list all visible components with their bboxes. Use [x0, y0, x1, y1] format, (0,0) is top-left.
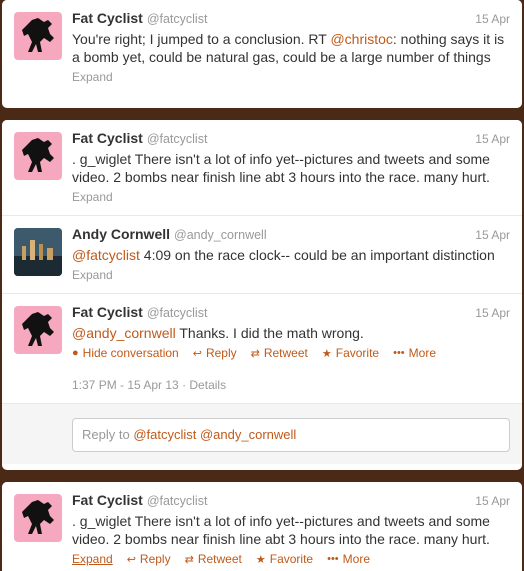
tweet[interactable]: Fat Cyclist @fatcyclist 15 Apr . g_wigle…	[2, 120, 522, 216]
tweet[interactable]: Fat Cyclist @fatcyclist 15 Apr . g_wigle…	[2, 482, 522, 571]
action-label: More	[408, 346, 437, 360]
expand-link[interactable]: Expand	[72, 190, 113, 204]
action-label: Favorite	[269, 552, 314, 566]
author-handle[interactable]: @fatcyclist	[147, 306, 208, 320]
favorite-button[interactable]: ★ Favorite	[256, 552, 313, 566]
text-part: 4:09 on the race clock-- could be an imp…	[139, 247, 495, 263]
tweet-date[interactable]: 15 Apr	[475, 132, 510, 146]
reply-mention: @fatcyclist	[133, 427, 197, 442]
retweet-button[interactable]: ⇄ Retweet	[251, 346, 308, 360]
more-dots-icon: •••	[327, 553, 339, 565]
author-name[interactable]: Fat Cyclist	[72, 304, 143, 320]
more-dots-icon: •••	[393, 347, 405, 359]
star-icon: ★	[321, 347, 332, 360]
favorite-button[interactable]: ★ Favorite	[322, 346, 379, 360]
author-name[interactable]: Fat Cyclist	[72, 10, 143, 26]
action-label: Hide conversation	[82, 346, 179, 360]
author-handle[interactable]: @fatcyclist	[147, 494, 208, 508]
speech-bubble-icon: ●	[72, 347, 79, 359]
avatar[interactable]	[14, 228, 62, 276]
action-label: Reply	[205, 346, 237, 360]
tweet-card-3: Fat Cyclist @fatcyclist 15 Apr . g_wigle…	[2, 482, 522, 571]
action-label: Reply	[139, 552, 171, 566]
tweet-meta[interactable]: 1:37 PM - 15 Apr 13 · Details	[72, 378, 510, 392]
star-icon: ★	[255, 553, 266, 566]
action-label: Retweet	[197, 552, 242, 566]
author-handle[interactable]: @fatcyclist	[147, 12, 208, 26]
author-handle[interactable]: @andy_cornwell	[174, 228, 267, 242]
tweet-text: . g_wiglet There isn't a lot of info yet…	[72, 151, 490, 185]
tweet[interactable]: Andy Cornwell @andy_cornwell 15 Apr @fat…	[2, 216, 522, 294]
tweet-actions: ● Hide conversation ↩ Reply ⇄ Retweet ★ Favo…	[72, 346, 510, 360]
expand-link[interactable]: Expand	[72, 552, 113, 566]
tweet-card-1: Fat Cyclist @fatcyclist 15 Apr You're ri…	[2, 0, 522, 108]
retweet-icon: ⇄	[184, 553, 194, 566]
author-name[interactable]: Fat Cyclist	[72, 492, 143, 508]
text-part: You're right; I jumped to a conclusion. …	[72, 31, 331, 47]
author-name[interactable]: Andy Cornwell	[72, 226, 170, 242]
reply-button[interactable]: ↩ Reply	[193, 346, 237, 360]
tweet-date[interactable]: 15 Apr	[475, 306, 510, 320]
reply-mention: @andy_cornwell	[199, 427, 297, 442]
tweet-date[interactable]: 15 Apr	[475, 228, 510, 242]
author-name[interactable]: Fat Cyclist	[72, 130, 143, 146]
retweet-icon: ⇄	[250, 347, 260, 360]
avatar[interactable]	[14, 494, 62, 542]
reply-button[interactable]: ↩ Reply	[127, 552, 171, 566]
tweet-text: @andy_cornwell Thanks. I did the math wr…	[72, 324, 510, 342]
conversation-card: Fat Cyclist @fatcyclist 15 Apr . g_wigle…	[2, 120, 522, 470]
reply-arrow-icon: ↩	[126, 553, 136, 566]
expand-link[interactable]: Expand	[72, 70, 113, 84]
tweet-expanded[interactable]: Fat Cyclist @fatcyclist 15 Apr @andy_cor…	[2, 294, 522, 404]
reply-area: Reply to @fatcyclist @andy_cornwell	[2, 404, 522, 464]
reply-prefix: Reply to	[82, 427, 134, 442]
more-button[interactable]: ••• More	[393, 346, 436, 360]
expand-link[interactable]: Expand	[72, 268, 113, 282]
action-label: Retweet	[263, 346, 308, 360]
tweet-text: . g_wiglet There isn't a lot of info yet…	[72, 513, 490, 547]
action-label: Favorite	[335, 346, 380, 360]
hide-conversation-button[interactable]: ● Hide conversation	[72, 346, 179, 360]
retweet-button[interactable]: ⇄ Retweet	[185, 552, 242, 566]
reply-input[interactable]: Reply to @fatcyclist @andy_cornwell	[72, 418, 510, 452]
mention-link[interactable]: @andy_cornwell	[72, 325, 176, 341]
avatar[interactable]	[14, 132, 62, 180]
reply-arrow-icon: ↩	[192, 347, 202, 360]
tweet-date[interactable]: 15 Apr	[475, 12, 510, 26]
tweet-actions: Expand ↩ Reply ⇄ Retweet ★ Favorite ••• More	[72, 552, 510, 566]
action-label: More	[342, 552, 370, 566]
more-button[interactable]: ••• More	[327, 552, 370, 566]
mention-link[interactable]: @fatcyclist	[72, 247, 140, 263]
avatar[interactable]	[14, 12, 62, 60]
tweet-text: @fatcyclist 4:09 on the race clock-- cou…	[72, 246, 510, 264]
text-part: Thanks. I did the math wrong.	[175, 325, 364, 341]
tweet-text: You're right; I jumped to a conclusion. …	[72, 30, 510, 66]
mention-link[interactable]: @christoc	[330, 31, 392, 47]
avatar[interactable]	[14, 306, 62, 354]
author-handle[interactable]: @fatcyclist	[147, 132, 208, 146]
tweet[interactable]: Fat Cyclist @fatcyclist 15 Apr You're ri…	[2, 0, 522, 92]
tweet-date[interactable]: 15 Apr	[475, 494, 510, 508]
